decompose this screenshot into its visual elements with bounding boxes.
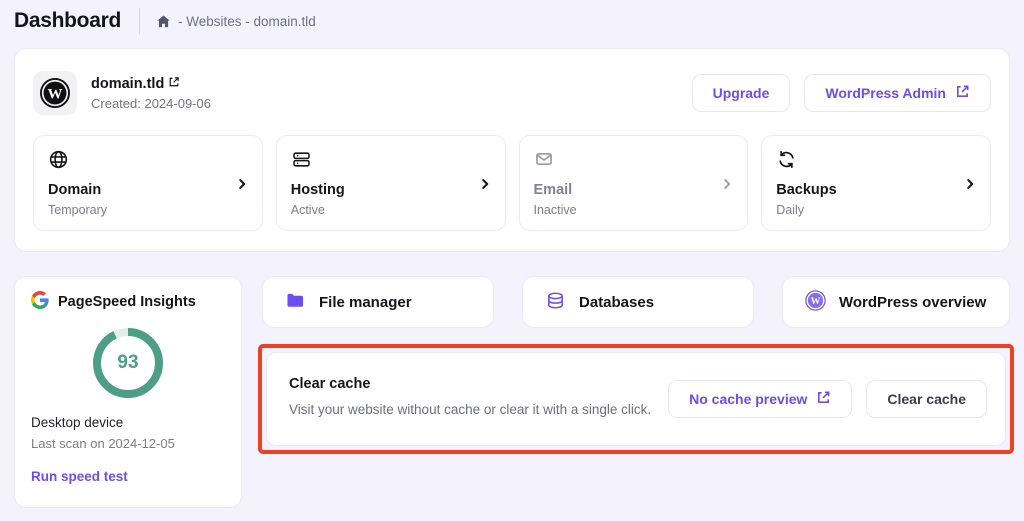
no-cache-preview-label: No cache preview	[689, 391, 807, 407]
clear-cache-description: Visit your website without cache or clea…	[289, 399, 651, 421]
external-link-icon[interactable]	[168, 76, 180, 92]
site-actions: Upgrade WordPress Admin	[692, 74, 991, 112]
globe-icon	[48, 149, 248, 171]
external-link-icon	[955, 84, 970, 102]
breadcrumb-text: - Websites - domain.tld	[178, 14, 316, 29]
service-title: Email	[534, 182, 734, 198]
dashboard-page: Dashboard - Websites - domain.tld W	[0, 0, 1024, 521]
pagespeed-header: PageSpeed Insights	[31, 291, 225, 313]
top-bar: Dashboard - Websites - domain.tld	[0, 0, 1024, 42]
service-status: Inactive	[534, 203, 734, 217]
shortcut-wordpress-overview[interactable]: W WordPress overview	[782, 276, 1010, 328]
clear-cache-highlight: Clear cache Visit your website without c…	[258, 344, 1014, 454]
service-card-domain[interactable]: Domain Temporary	[33, 135, 263, 231]
service-card-backups[interactable]: Backups Daily	[761, 135, 991, 231]
clear-cache-card: Clear cache Visit your website without c…	[266, 352, 1006, 446]
shortcut-label: File manager	[319, 294, 412, 311]
upgrade-button[interactable]: Upgrade	[692, 74, 791, 112]
pagespeed-title: PageSpeed Insights	[58, 294, 196, 310]
wordpress-logo-icon: W	[33, 71, 77, 115]
chevron-right-icon	[963, 177, 977, 196]
pagespeed-card: PageSpeed Insights 93 Desktop device Las…	[14, 276, 242, 508]
wordpress-admin-label: WordPress Admin	[825, 85, 946, 101]
pagespeed-last-scan: Last scan on 2024-12-05	[31, 436, 225, 451]
pagespeed-device: Desktop device	[31, 415, 225, 430]
shortcut-file-manager[interactable]: File manager	[262, 276, 494, 328]
chevron-right-icon	[720, 177, 734, 196]
site-name: domain.tld	[91, 76, 164, 92]
home-icon[interactable]	[156, 14, 171, 29]
site-meta: domain.tld Created: 2024-09-06	[91, 76, 211, 111]
service-status: Active	[291, 203, 491, 217]
google-g-icon	[31, 291, 49, 313]
service-status: Temporary	[48, 203, 248, 217]
wordpress-admin-button[interactable]: WordPress Admin	[804, 74, 991, 112]
svg-text:W: W	[48, 87, 63, 103]
shortcut-label: Databases	[579, 294, 654, 311]
service-title: Domain	[48, 182, 248, 198]
site-header-row: W domain.tld Created: 2024-09-06 Upgrade	[33, 65, 991, 121]
page-title: Dashboard	[14, 9, 121, 33]
wordpress-icon: W	[805, 290, 826, 315]
refresh-icon	[776, 149, 976, 171]
clear-cache-text: Clear cache Visit your website without c…	[289, 376, 651, 421]
service-grid: Domain Temporary Hosting Active	[33, 135, 991, 231]
service-title: Backups	[776, 182, 976, 198]
shortcut-label: WordPress overview	[839, 294, 986, 311]
pagespeed-score: 93	[90, 325, 166, 401]
service-title: Hosting	[291, 182, 491, 198]
external-link-icon	[816, 390, 831, 408]
service-card-email[interactable]: Email Inactive	[519, 135, 749, 231]
clear-cache-title: Clear cache	[289, 376, 651, 392]
no-cache-preview-button[interactable]: No cache preview	[668, 380, 852, 418]
service-status: Daily	[776, 203, 976, 217]
clear-cache-actions: No cache preview Clear cache	[668, 380, 987, 418]
shortcut-databases[interactable]: Databases	[522, 276, 754, 328]
site-name-row[interactable]: domain.tld	[91, 76, 211, 92]
service-card-hosting[interactable]: Hosting Active	[276, 135, 506, 231]
chevron-right-icon	[478, 177, 492, 196]
folder-icon	[285, 290, 306, 315]
svg-text:W: W	[811, 296, 821, 307]
server-icon	[291, 149, 491, 171]
site-created-date: Created: 2024-09-06	[91, 96, 211, 111]
run-speed-test-link[interactable]: Run speed test	[31, 469, 128, 484]
breadcrumb: - Websites - domain.tld	[156, 14, 316, 29]
site-overview-card: W domain.tld Created: 2024-09-06 Upgrade	[14, 48, 1010, 252]
database-icon	[545, 290, 566, 315]
envelope-icon	[534, 149, 734, 171]
title-divider	[139, 8, 140, 34]
pagespeed-gauge-wrap: 93	[31, 325, 225, 401]
clear-cache-button[interactable]: Clear cache	[866, 380, 987, 418]
chevron-right-icon	[235, 177, 249, 196]
pagespeed-score-gauge: 93	[90, 325, 166, 401]
